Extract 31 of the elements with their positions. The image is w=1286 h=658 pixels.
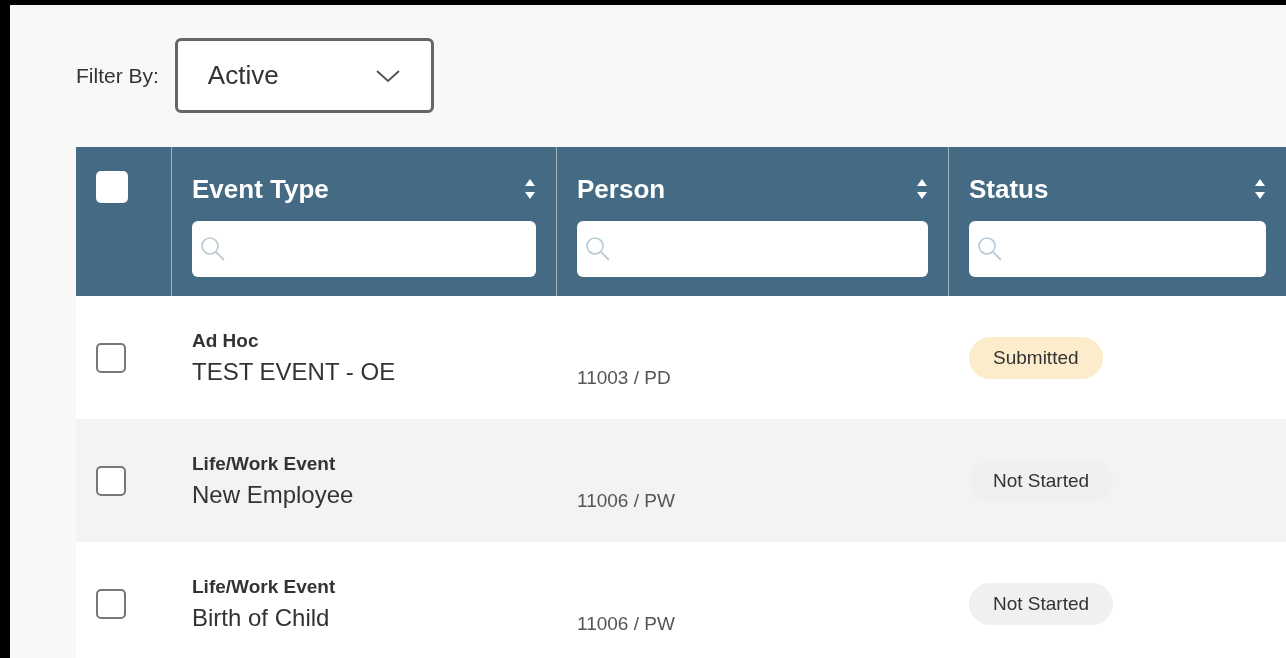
row-checkbox[interactable] [96, 342, 126, 373]
event-category: Life/Work Event [192, 575, 337, 598]
status-badge: Not Started [969, 582, 1114, 625]
person-id: 11006 / PW [577, 490, 675, 512]
search-icon [585, 236, 611, 262]
filter-label: Filter By: [76, 63, 159, 88]
column-header[interactable]: Status [969, 173, 1049, 205]
search-icon [977, 236, 1003, 262]
event-name: Birth of Child [192, 603, 331, 632]
person-id: 11003 / PD [577, 367, 671, 389]
person-id: 11006 / PW [577, 613, 675, 635]
status-badge: Submitted [969, 336, 1103, 379]
sort-icon[interactable] [916, 178, 928, 200]
sort-icon[interactable] [524, 178, 536, 200]
column-search-field[interactable] [577, 221, 928, 277]
column-header[interactable]: Person [577, 173, 666, 205]
event-name: TEST EVENT - OE [192, 357, 397, 386]
column-search-field[interactable] [969, 221, 1266, 277]
status-badge: Not Started [969, 459, 1114, 502]
column-header[interactable]: Event Type [192, 173, 329, 205]
select-all-checkbox[interactable] [96, 171, 128, 203]
sort-icon[interactable] [1254, 178, 1266, 200]
event-name: New Employee [192, 480, 355, 509]
row-checkbox[interactable] [96, 588, 126, 619]
chevron-down-icon [374, 68, 401, 83]
filter-dropdown[interactable]: Active [174, 38, 434, 113]
row-checkbox[interactable] [96, 465, 126, 496]
search-icon [200, 236, 226, 262]
event-category: Life/Work Event [192, 452, 337, 475]
event-category: Ad Hoc [192, 329, 260, 352]
column-search-field[interactable] [192, 221, 536, 277]
